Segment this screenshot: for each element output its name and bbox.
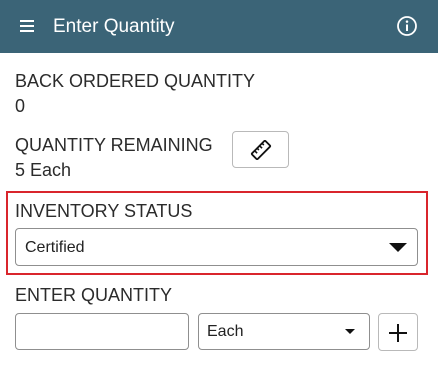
info-button[interactable] [396, 15, 418, 37]
hamburger-line [20, 25, 34, 27]
page-title: Enter Quantity [53, 16, 175, 37]
app-header: Enter Quantity [0, 0, 438, 53]
inventory-status-selected-value: Certified [25, 239, 85, 256]
chevron-down-icon [389, 243, 407, 252]
chevron-down-icon [345, 329, 355, 334]
inventory-status-label: INVENTORY STATUS [15, 201, 193, 221]
enter-quantity-label: ENTER QUANTITY [15, 285, 173, 305]
unit-selected-value: Each [207, 323, 244, 340]
ruler-measure-icon [250, 140, 272, 160]
hamburger-line [20, 20, 34, 22]
back-ordered-quantity-value: 0 [15, 96, 26, 116]
menu-button[interactable] [14, 13, 38, 39]
inventory-status-select[interactable]: Certified [15, 228, 418, 266]
info-circle-icon [397, 16, 417, 36]
measure-button[interactable] [232, 131, 289, 168]
quantity-remaining-value: 5 Each [15, 160, 72, 180]
add-quantity-button[interactable] [378, 313, 418, 351]
quantity-input[interactable] [15, 313, 189, 350]
plus-icon [389, 324, 407, 342]
enter-quantity-screen: Enter Quantity BACK ORDERED QUANTITY 0 Q… [0, 0, 438, 371]
unit-of-measure-select[interactable]: Each [198, 313, 370, 350]
hamburger-line [20, 30, 34, 32]
quantity-remaining-label: QUANTITY REMAINING [15, 135, 213, 155]
back-ordered-quantity-label: BACK ORDERED QUANTITY [15, 71, 256, 91]
